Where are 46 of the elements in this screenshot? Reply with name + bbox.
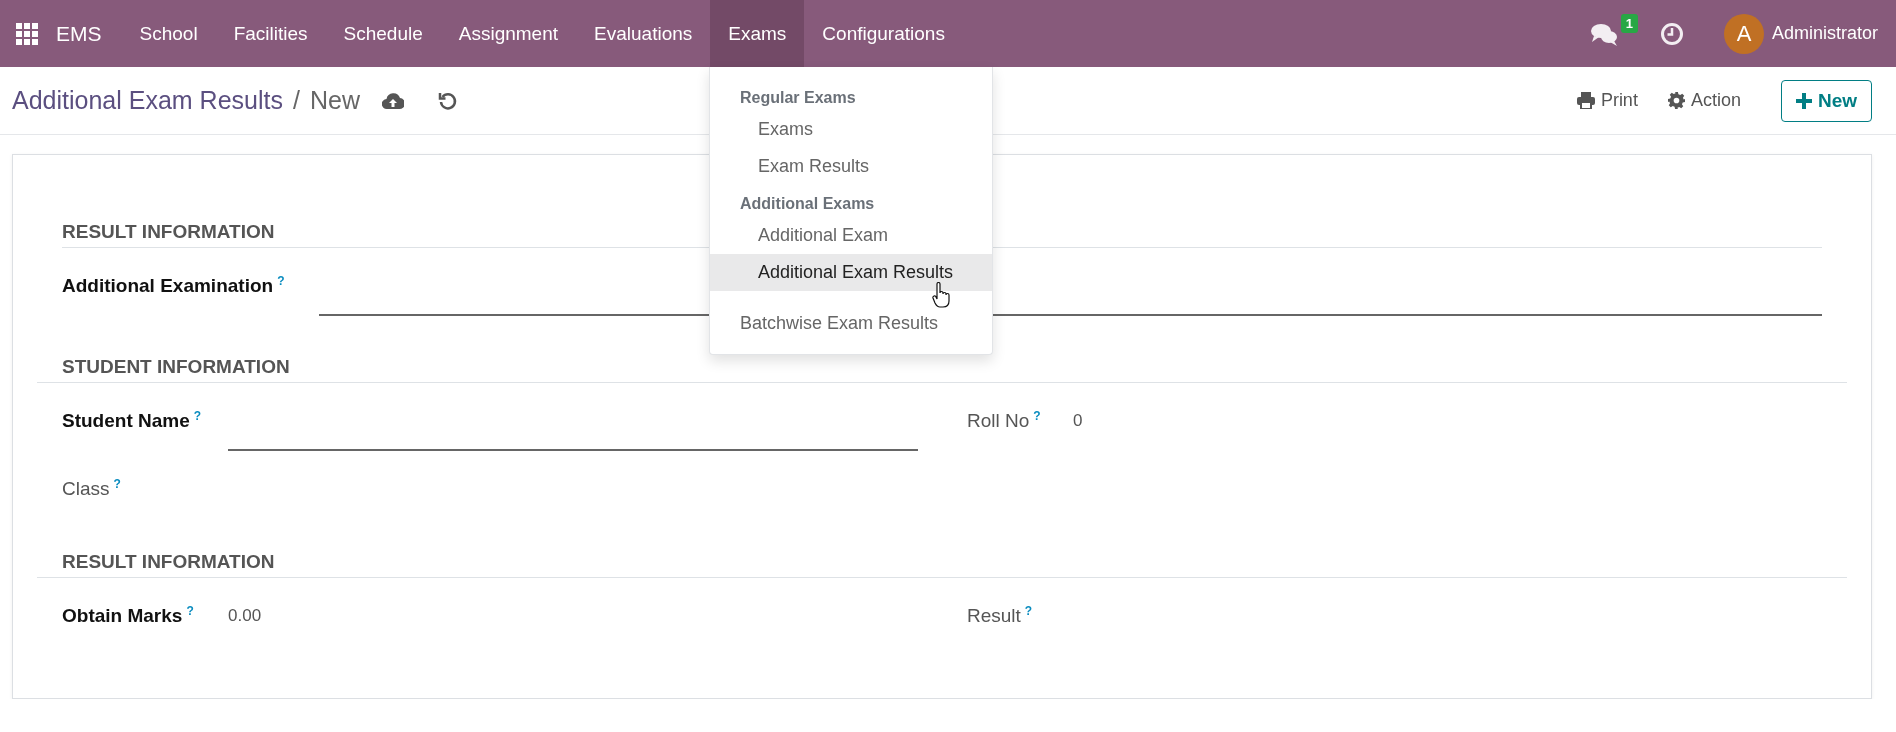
nav-menu-item[interactable]: Schedule <box>325 0 441 67</box>
print-button[interactable]: Print <box>1576 90 1638 111</box>
user-menu[interactable]: A Administrator <box>1723 13 1878 54</box>
field-label: Obtain Marks <box>62 605 183 627</box>
clock-icon[interactable] <box>1659 21 1684 46</box>
menu-group-header: Additional Exams <box>739 194 876 214</box>
help-tooltip-mark[interactable]: ? <box>193 409 202 423</box>
breadcrumb-current: New <box>309 86 360 115</box>
field-label: Result <box>967 605 1021 627</box>
menu-item[interactable]: Exams <box>710 111 992 148</box>
new-button[interactable]: New <box>1780 79 1872 122</box>
plus-icon <box>1795 92 1812 109</box>
breadcrumb-separator: / <box>292 86 300 115</box>
nav-menu-item[interactable]: Configurations <box>804 0 963 67</box>
help-tooltip-mark[interactable]: ? <box>186 604 194 618</box>
breadcrumb-link[interactable]: Additional Exam Results <box>12 86 283 115</box>
app-name: EMS <box>56 21 102 46</box>
nav-menu-item[interactable]: School <box>121 0 216 67</box>
section-title: RESULT INFORMATION <box>37 551 1847 578</box>
field-label: Student Name <box>62 410 190 432</box>
nav-menu-item[interactable]: Exams <box>710 0 805 67</box>
nav-menu-item[interactable]: Facilities <box>215 0 326 67</box>
nav-menu-item[interactable]: Assignment <box>440 0 577 67</box>
nav-menu-item[interactable]: Evaluations <box>576 0 711 67</box>
menu-item[interactable]: Exam Results <box>710 148 992 185</box>
help-tooltip-mark[interactable]: ? <box>277 274 285 288</box>
field-value: 0 <box>1073 410 1084 431</box>
field-label: Additional Examination <box>62 275 274 297</box>
hand-pointer-icon <box>932 282 950 308</box>
field-value: 0.00 <box>228 605 263 626</box>
menu-item[interactable]: Additional Exam <box>710 217 992 254</box>
menu-item[interactable]: Batchwise Exam Results <box>710 291 992 346</box>
user-avatar: A <box>1723 13 1764 54</box>
section-title: STUDENT INFORMATION <box>37 356 1847 383</box>
gear-icon <box>1667 92 1685 109</box>
printer-icon <box>1576 92 1595 109</box>
undo-icon[interactable] <box>437 90 458 111</box>
message-count-badge: 1 <box>1620 13 1638 33</box>
help-tooltip-mark[interactable]: ? <box>1024 604 1033 618</box>
field-label: Class <box>62 478 110 500</box>
help-tooltip-mark[interactable]: ? <box>113 477 121 491</box>
action-button[interactable]: Action <box>1667 90 1741 111</box>
menu-group-header: Regular Exams <box>739 88 857 108</box>
help-tooltip-mark[interactable]: ? <box>1033 409 1041 423</box>
cloud-upload-icon[interactable] <box>381 91 404 110</box>
field-label: Roll No <box>967 410 1030 432</box>
